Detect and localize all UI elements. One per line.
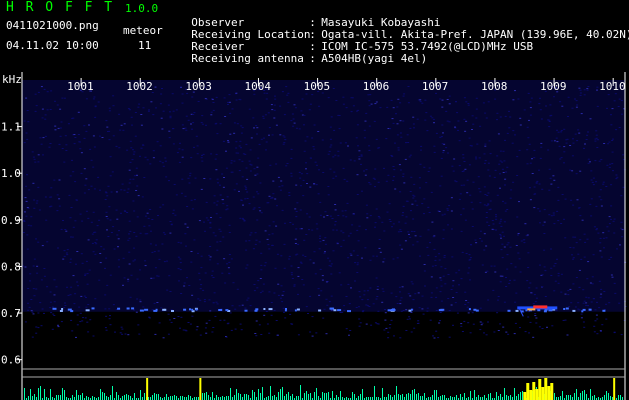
meteor-echo xyxy=(347,310,351,313)
level-peak xyxy=(544,378,548,400)
meteor-echo xyxy=(572,309,576,312)
app-title: H R O F F T xyxy=(6,0,115,15)
level-peak xyxy=(535,389,539,400)
x-tick-label: 1003 xyxy=(185,80,212,93)
y-tick-label: 1.1 xyxy=(1,121,21,134)
y-tick-label: 1.0 xyxy=(1,167,21,180)
x-tick-label: 1002 xyxy=(126,80,153,93)
meteor-echo xyxy=(475,309,479,312)
x-tick-label: 1008 xyxy=(481,80,508,93)
meteor-echo xyxy=(171,310,174,312)
level-peak xyxy=(532,382,536,400)
meteor-echo xyxy=(59,310,63,312)
meteor-echo xyxy=(333,309,337,312)
y-tick-label: 0.9 xyxy=(1,214,21,227)
level-peak xyxy=(613,378,616,400)
info-value-antenna: A504HB(yagi 4el) xyxy=(321,52,428,65)
meteor-echo xyxy=(85,309,90,312)
meteor-echo xyxy=(139,309,144,312)
meteor-echo xyxy=(67,308,72,311)
meteor-echo xyxy=(285,308,287,310)
meteor-echo-strong-core xyxy=(527,308,536,311)
datetime-label: 04.11.02 10:00 xyxy=(6,39,99,52)
y-tick-label: 0.7 xyxy=(1,307,21,320)
level-peak xyxy=(526,383,530,400)
info-separator: : xyxy=(309,52,316,65)
info-row-antenna: Receiving antenna: A504HB(yagi 4el) xyxy=(178,41,427,65)
level-peak xyxy=(146,378,149,400)
meteor-label: meteor xyxy=(123,24,163,37)
meteor-echo xyxy=(602,309,606,312)
x-tick-label: 1001 xyxy=(67,80,94,93)
meteor-echo xyxy=(296,308,300,311)
meteor-echo xyxy=(164,308,167,311)
meteor-echo xyxy=(268,308,273,311)
meteor-echo xyxy=(548,309,553,312)
meteor-echo xyxy=(61,308,64,310)
y-tick-label: 0.6 xyxy=(1,354,21,367)
meteor-echo xyxy=(318,309,322,312)
x-tick-label: 1010 xyxy=(599,80,626,93)
meteor-echo xyxy=(52,307,57,310)
x-tick-label: 1007 xyxy=(422,80,449,93)
meteor-echo xyxy=(588,308,592,311)
meteor-echo xyxy=(565,307,569,310)
meteor-count: 11 xyxy=(138,39,152,52)
noise-background xyxy=(22,80,625,312)
meteor-echo xyxy=(515,309,519,312)
meteor-echo xyxy=(390,308,394,311)
meteor-echo xyxy=(144,308,149,311)
level-peak xyxy=(199,378,202,400)
spectrogram-plot: kHz 1.1 1.0 0.9 0.8 0.7 0.6 1001 1002 1003 1004 100… xyxy=(1,72,627,400)
meteor-echo xyxy=(126,307,130,310)
level-peak xyxy=(529,390,533,400)
meteor-echo xyxy=(507,309,511,312)
meteor-echo xyxy=(563,308,566,310)
meteor-echo xyxy=(218,309,223,311)
level-peak xyxy=(550,383,554,400)
x-tick-label: 1009 xyxy=(540,80,567,93)
meteor-echo-strong xyxy=(533,305,548,309)
level-peak xyxy=(538,379,542,400)
meteor-echo xyxy=(117,307,121,310)
level-peak xyxy=(523,392,527,400)
meteor-echo xyxy=(440,308,445,311)
level-peak xyxy=(541,387,545,400)
level-peak xyxy=(547,386,551,400)
meteor-echo xyxy=(581,310,584,313)
meteor-echo xyxy=(468,308,471,311)
info-label-antenna: Receiving antenna xyxy=(191,52,304,65)
meteor-echo xyxy=(255,308,259,311)
y-tick-label: 0.8 xyxy=(1,260,21,273)
filename-label: 0411021000.png xyxy=(6,19,99,32)
meteor-echo xyxy=(189,308,191,311)
meteor-echo xyxy=(244,309,248,312)
meteor-echo xyxy=(537,309,541,312)
meteor-echo xyxy=(225,309,229,312)
meteor-echo xyxy=(410,308,413,311)
version-label: 1.0.0 xyxy=(125,2,159,15)
meteor-echo xyxy=(525,309,528,312)
meteor-echo xyxy=(153,309,158,312)
meteor-echo xyxy=(329,307,334,310)
meteor-echo xyxy=(337,309,342,312)
y-unit-label: kHz xyxy=(2,73,22,86)
meteor-echo xyxy=(131,307,135,310)
meteor-echo xyxy=(195,308,198,311)
x-tick-label: 1006 xyxy=(363,80,390,93)
meteor-echo xyxy=(183,308,187,311)
meteor-echo xyxy=(294,309,297,312)
x-tick-label: 1004 xyxy=(244,80,271,93)
x-tick-label: 1005 xyxy=(304,80,331,93)
meteor-echo xyxy=(263,308,266,310)
meteor-echo xyxy=(91,307,95,310)
meteor-echo xyxy=(191,308,194,311)
